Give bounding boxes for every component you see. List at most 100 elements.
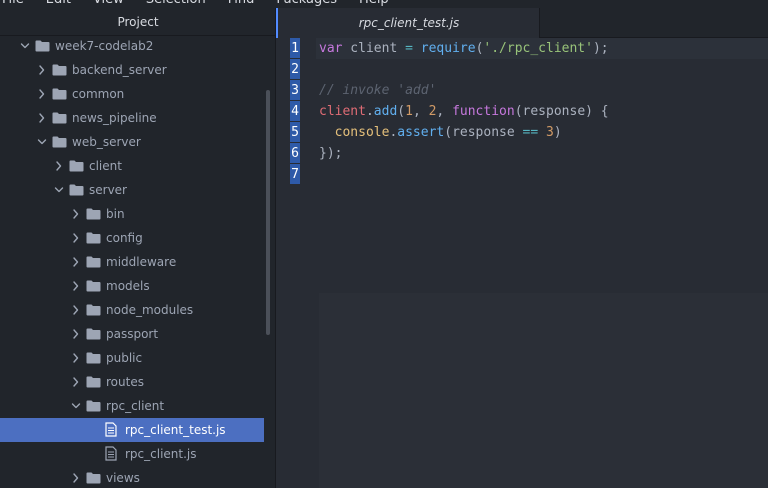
code-token: 3 (546, 125, 554, 140)
tree-folder-backend-server[interactable]: backend_server (0, 58, 264, 82)
folder-icon (86, 472, 101, 484)
chevron-right-icon[interactable] (71, 207, 81, 221)
tree-item-label: middleware (106, 255, 177, 269)
editor-empty-area[interactable] (319, 293, 768, 488)
code-token: function (452, 104, 515, 119)
tree-folder-node-modules[interactable]: node_modules (0, 298, 264, 322)
tree-folder-client[interactable]: client (0, 154, 264, 178)
chevron-right-icon[interactable] (54, 159, 64, 173)
chevron-down-icon[interactable] (20, 39, 30, 53)
tree-folder-common[interactable]: common (0, 82, 264, 106)
code-token: console (334, 125, 390, 140)
code-token: ); (592, 41, 609, 56)
tree-item-label: config (106, 231, 143, 245)
code-line[interactable]: }); (319, 143, 342, 164)
tree-file-rpc-client-js[interactable]: rpc_client.js (0, 442, 264, 466)
code-token: add (373, 104, 398, 119)
menu-item-selection[interactable]: Selection (146, 0, 206, 8)
chevron-down-icon[interactable] (54, 183, 64, 197)
folder-icon (86, 400, 101, 412)
chevron-right-icon[interactable] (37, 63, 47, 77)
tree-folder-public[interactable]: public (0, 346, 264, 370)
tree-folder-passport[interactable]: passport (0, 322, 264, 346)
tree-scrollbar[interactable] (266, 90, 270, 335)
folder-icon (86, 376, 101, 388)
menu-item-view[interactable]: View (93, 0, 124, 8)
tree-item-label: news_pipeline (72, 111, 157, 125)
menu-item-find[interactable]: Find (228, 0, 255, 8)
code-token: 1 (405, 104, 413, 119)
folder-icon (52, 64, 67, 76)
tree-folder-bin[interactable]: bin (0, 202, 264, 226)
code-line[interactable]: console.assert(response == 3) (319, 122, 562, 143)
tab-title: rpc_client_test.js (358, 16, 460, 30)
code-token: './rpc_client' (483, 41, 593, 56)
code-line[interactable]: // invoke 'add' (319, 80, 436, 101)
chevron-down-icon[interactable] (37, 135, 47, 149)
tab-rpc-client-test[interactable]: rpc_client_test.js (276, 8, 540, 38)
tree-item-label: views (106, 471, 140, 485)
tree-folder-news-pipeline[interactable]: news_pipeline (0, 106, 264, 130)
code-line[interactable]: var client = require('./rpc_client'); (319, 38, 609, 59)
tree-item-label: week7-codelab2 (55, 39, 154, 53)
chevron-right-icon[interactable] (71, 327, 81, 341)
tree-folder-middleware[interactable]: middleware (0, 250, 264, 274)
tree-item-label: public (106, 351, 143, 365)
tree-item-label: rpc_client.js (125, 447, 197, 461)
folder-icon (86, 304, 101, 316)
menu-bar: File Edit View Selection Find Packages Help (0, 0, 768, 8)
chevron-right-icon[interactable] (71, 255, 81, 269)
line-number: 4 (290, 101, 300, 121)
tree-folder-rpc-client[interactable]: rpc_client (0, 394, 264, 418)
line-number: 3 (290, 80, 300, 100)
code-token: var (319, 41, 343, 56)
chevron-right-icon[interactable] (71, 351, 81, 365)
tree-folder-models[interactable]: models (0, 274, 264, 298)
tree-folder-config[interactable]: config (0, 226, 264, 250)
chevron-right-icon[interactable] (71, 231, 81, 245)
project-tree-panel: Project week7-codelab2 backend_servercomm… (0, 8, 276, 488)
chevron-right-icon[interactable] (71, 471, 81, 485)
tree-item-label: web_server (72, 135, 141, 149)
folder-icon (86, 280, 101, 292)
folder-icon (69, 184, 84, 196)
tree-item-label: backend_server (72, 63, 167, 77)
tree-item-label: common (72, 87, 125, 101)
code-token: ( (397, 104, 406, 119)
menu-items: File Edit View Selection Find Packages Help (0, 0, 389, 8)
menu-item-help[interactable]: Help (359, 0, 389, 8)
menu-item-packages[interactable]: Packages (276, 0, 337, 8)
file-text-icon (105, 446, 117, 461)
folder-icon (86, 208, 101, 220)
tree-view-header: Project (0, 8, 276, 36)
folder-icon (52, 112, 67, 124)
tree-folder-web-server[interactable]: web_server (0, 130, 264, 154)
tree-item-label: rpc_client_test.js (125, 423, 226, 437)
chevron-down-icon[interactable] (71, 399, 81, 413)
menu-item-edit[interactable]: Edit (46, 0, 71, 8)
line-number: 7 (290, 164, 300, 184)
code-line[interactable]: client.add(1, 2, function(response) { (319, 101, 609, 122)
code-editor[interactable]: 1234567 var client = require('./rpc_clie… (276, 38, 768, 488)
tree-folder-week7-codelab2[interactable]: week7-codelab2 (0, 34, 264, 58)
folder-icon (35, 40, 50, 52)
tree-item-label: models (106, 279, 150, 293)
chevron-right-icon[interactable] (71, 279, 81, 293)
chevron-right-icon[interactable] (37, 111, 47, 125)
tree-folder-views[interactable]: views (0, 466, 264, 488)
folder-icon (86, 256, 101, 268)
tree-folder-routes[interactable]: routes (0, 370, 264, 394)
tab-bar: rpc_client_test.js (276, 8, 768, 38)
chevron-right-icon[interactable] (37, 87, 47, 101)
chevron-right-icon[interactable] (71, 375, 81, 389)
code-token: , (412, 104, 429, 119)
menu-item-file[interactable]: File (2, 0, 24, 8)
tree-folder-server[interactable]: server (0, 178, 264, 202)
folder-icon (52, 88, 67, 100)
tree-item-label: routes (106, 375, 144, 389)
code-token: . (365, 104, 374, 119)
tree-file-rpc-client-test-js[interactable]: rpc_client_test.js (0, 418, 264, 442)
tree-item-label: bin (106, 207, 125, 221)
chevron-right-icon[interactable] (71, 303, 81, 317)
